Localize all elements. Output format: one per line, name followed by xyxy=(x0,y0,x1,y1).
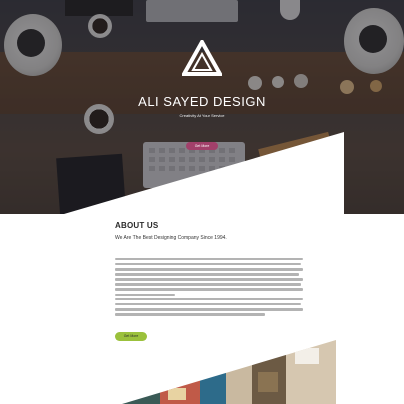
gallery-image xyxy=(252,340,286,404)
gallery-image xyxy=(200,340,226,404)
gallery-image xyxy=(122,340,160,404)
gallery-strip xyxy=(122,340,336,404)
gallery-image xyxy=(258,372,278,392)
gallery-image xyxy=(286,340,336,404)
gallery-image xyxy=(226,340,252,404)
gallery-image xyxy=(295,348,319,364)
gallery-image xyxy=(168,388,186,400)
